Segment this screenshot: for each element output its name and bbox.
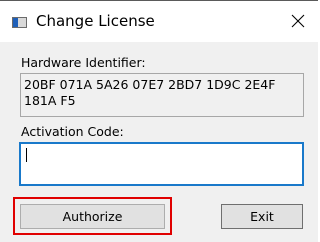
close-icon — [291, 14, 305, 28]
title-bar[interactable]: Change License — [0, 1, 318, 41]
exit-button[interactable]: Exit — [221, 204, 303, 229]
window-icon-strip — [13, 18, 18, 27]
text-caret — [26, 148, 27, 162]
activation-code-input[interactable] — [19, 142, 304, 186]
hardware-identifier-label: Hardware Identifier: — [21, 55, 146, 70]
dialog-body: Hardware Identifier: 20BF 071A 5A26 07E7… — [0, 42, 318, 242]
window-icon — [12, 17, 27, 28]
hardware-identifier-field[interactable]: 20BF 071A 5A26 07E7 2BD7 1D9C 2E4F 181A … — [20, 73, 304, 117]
authorize-button[interactable]: Authorize — [20, 204, 165, 229]
change-license-dialog: Change License Hardware Identifier: 20BF… — [0, 0, 318, 242]
window-title: Change License — [36, 12, 155, 30]
close-button[interactable] — [278, 1, 318, 41]
activation-code-label: Activation Code: — [21, 124, 124, 139]
